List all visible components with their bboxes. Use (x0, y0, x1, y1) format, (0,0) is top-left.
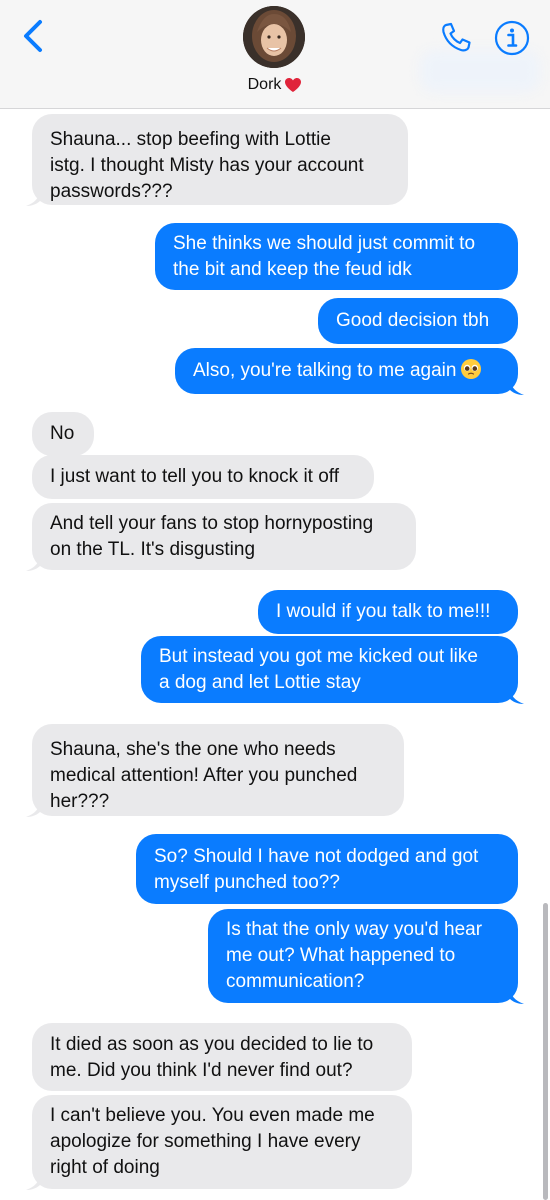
message-line: on the TL. It's disgusting (50, 539, 256, 560)
message-line: right of doing (50, 1157, 160, 1178)
message-line: No (50, 423, 75, 444)
message-line: the bit and keep the feud idk (173, 259, 412, 280)
message-line: her??? (50, 791, 110, 812)
contact-avatar[interactable] (243, 6, 305, 68)
message-bubble-sent[interactable]: Is that the only way you'd hear me out? … (208, 909, 518, 1003)
bubble-tail (508, 378, 524, 395)
message-line: Shauna, she's the one who needs (50, 739, 336, 760)
message-line: myself punched too?? (154, 872, 340, 893)
back-button[interactable] (18, 14, 52, 58)
pleading-face-icon (461, 359, 482, 379)
message-bubble-sent[interactable]: She thinks we should just commit to the … (155, 223, 518, 290)
message-bubble-sent[interactable]: Also, you're talking to me again (175, 348, 518, 394)
message-line: medical attention! After you punched (50, 765, 358, 786)
message-bubble-received[interactable]: Shauna... stop beefing with Lottie istg.… (32, 114, 408, 205)
bubble-tail (26, 1173, 42, 1190)
message-bubble-sent[interactable]: I would if you talk to me!!! (258, 590, 518, 634)
bubble-tail (26, 189, 42, 206)
message-line: So? Should I have not dodged and got (154, 846, 479, 867)
message-line: passwords??? (50, 181, 173, 202)
message-bubble-sent[interactable]: So? Should I have not dodged and got mys… (136, 834, 518, 904)
bubble-tail (508, 987, 524, 1004)
contact-name: Dork (247, 76, 282, 93)
message-line: Is that the only way you'd hear (226, 919, 483, 940)
avatar-photo (243, 6, 305, 68)
info-button[interactable] (492, 18, 532, 58)
message-bubble-received[interactable]: No (32, 412, 94, 456)
phone-icon (442, 22, 471, 52)
message-bubble-received[interactable]: It died as soon as you decided to lie to… (32, 1023, 412, 1091)
message-line: I just want to tell you to knock it off (50, 466, 340, 487)
message-line: Also, you're talking to me again (193, 360, 457, 381)
message-line: And tell your fans to stop hornyposting (50, 513, 374, 534)
message-line: me out? What happened to (226, 945, 456, 966)
message-bubble-sent[interactable]: But instead you got me kicked out like a… (141, 636, 518, 703)
message-line: But instead you got me kicked out like (159, 646, 478, 667)
conversation-header: Dork (0, 0, 550, 109)
message-bubble-sent[interactable]: Good decision tbh (318, 298, 518, 344)
message-line: I can't believe you. You even made me (50, 1105, 375, 1126)
message-line: I would if you talk to me!!! (276, 601, 491, 622)
contact-name-row[interactable]: Dork (0, 76, 550, 94)
message-bubble-received[interactable]: And tell your fans to stop hornyposting … (32, 503, 416, 570)
message-line: a dog and let Lottie stay (159, 672, 361, 693)
bubble-tail (26, 800, 42, 817)
info-icon (494, 20, 530, 56)
message-line: She thinks we should just commit to (173, 233, 476, 254)
red-heart-icon (285, 78, 302, 92)
message-line: Good decision tbh (336, 310, 490, 331)
message-line: apologize for something I have every (50, 1131, 361, 1152)
message-line: me. Did you think I'd never find out? (50, 1060, 353, 1081)
message-bubble-received[interactable]: I just want to tell you to knock it off (32, 455, 374, 499)
bubble-tail (508, 687, 524, 704)
message-line: communication? (226, 971, 365, 992)
message-line: istg. I thought Misty has your account (50, 155, 364, 176)
message-line: Shauna... stop beefing with Lottie (50, 129, 331, 150)
chevron-left-icon (24, 20, 42, 52)
message-line: It died as soon as you decided to lie to (50, 1034, 374, 1055)
messages-screen: Dork Shauna... stop beefing with Lottie … (0, 0, 550, 1200)
message-bubble-received[interactable]: I can't believe you. You even made me ap… (32, 1095, 412, 1189)
call-button[interactable] (436, 18, 476, 58)
bubble-tail (26, 554, 42, 571)
scrollbar[interactable] (543, 903, 548, 1200)
message-bubble-received[interactable]: Shauna, she's the one who needs medical … (32, 724, 404, 816)
